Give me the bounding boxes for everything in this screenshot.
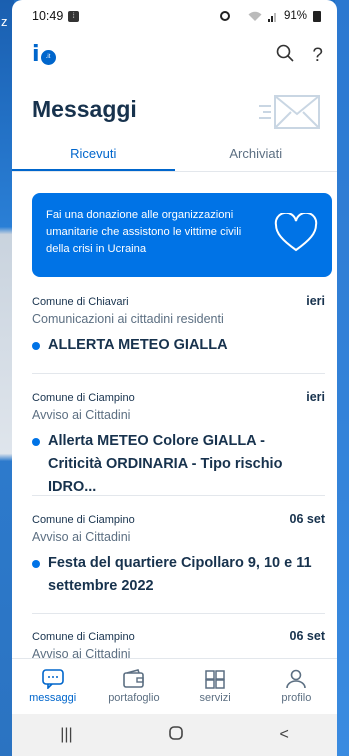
recents-icon[interactable]: ||| [60, 726, 72, 744]
message-service: Avviso ai Cittadini [32, 530, 131, 544]
chat-icon [41, 669, 64, 689]
wallet-icon [123, 669, 144, 688]
tab-ricevuti[interactable]: Ricevuti [12, 140, 175, 171]
status-bar: 10:49 ⁞ 91% [12, 0, 337, 32]
status-time: 10:49 [32, 9, 64, 23]
home-icon[interactable] [169, 725, 183, 745]
banner-text: Fai una donazione alle organizzazioni um… [46, 209, 242, 255]
list-item[interactable]: Comune di Ciampino 06 set Avviso ai Citt… [32, 629, 325, 661]
nav-messaggi[interactable]: messaggi [12, 659, 93, 714]
message-date: 06 set [289, 512, 325, 526]
nav-label: portafoglio [108, 692, 160, 704]
message-service: Avviso ai Cittadini [32, 408, 131, 422]
services-icon [205, 670, 225, 689]
message-subject-line2: settembre 2022 [48, 578, 154, 594]
message-subject-line1: Festa del quartiere Cipollaro 9, 10 e 11 [48, 555, 312, 571]
message-sender: Comune di Chiavari [32, 296, 129, 308]
user-icon [286, 669, 307, 689]
unread-dot [32, 342, 40, 350]
message-sender: Comune di Ciampino [32, 392, 135, 404]
message-date: 06 set [289, 629, 325, 643]
donation-banner[interactable]: Fai una donazione alle organizzazioni um… [32, 193, 332, 277]
nav-label: profilo [281, 692, 312, 704]
nav-label: messaggi [29, 692, 77, 704]
message-sender: Comune di Ciampino [32, 514, 135, 526]
back-icon[interactable]: < [279, 726, 288, 744]
list-item[interactable]: Comune di Ciampino ieri Avviso ai Cittad… [32, 390, 325, 499]
help-icon[interactable]: ? [312, 45, 323, 67]
phone-screen: 10:49 ⁞ 91% i .it ? Messaggi Ricevuti Ar… [12, 0, 337, 756]
battery-percent: 91% [283, 10, 307, 22]
tab-archiviati[interactable]: Archiviati [175, 140, 338, 171]
top-bar: i .it ? [12, 40, 337, 70]
unread-dot [32, 560, 40, 568]
alarm-icon [219, 11, 230, 21]
app-logo: i .it [32, 42, 56, 67]
battery-icon [313, 10, 321, 22]
divider [32, 373, 325, 374]
system-nav-bar: ||| < [12, 714, 337, 756]
message-sender: Comune di Ciampino [32, 631, 135, 643]
unread-dot [32, 438, 40, 446]
bottom-nav: messaggi portafoglio servizi profilo [12, 658, 337, 714]
divider [32, 495, 325, 496]
divider [32, 613, 325, 614]
list-item[interactable]: Comune di Chiavari ieri Comunicazioni ai… [32, 294, 325, 357]
message-date: ieri [306, 390, 325, 404]
message-subject: ALLERTA METEO GIALLA [48, 337, 228, 353]
notification-icon: ⁞ [68, 10, 80, 22]
wifi-icon [248, 11, 262, 21]
signal-icon [267, 12, 276, 22]
message-service: Comunicazioni ai cittadini residenti [32, 312, 224, 326]
message-subject-line2: Criticità ORDINARIA - Tipo rischio IDRO.… [48, 456, 283, 495]
tab-bar: Ricevuti Archiviati [12, 140, 337, 172]
nav-label: servizi [199, 692, 231, 704]
nav-servizi[interactable]: servizi [175, 659, 256, 714]
envelope-illustration-icon [259, 95, 320, 129]
nav-profilo[interactable]: profilo [256, 659, 337, 714]
nav-portafoglio[interactable]: portafoglio [93, 659, 174, 714]
message-date: ieri [306, 294, 325, 308]
background-right [335, 0, 349, 756]
message-subject-line1: Allerta METEO Colore GIALLA - [48, 433, 265, 449]
search-icon[interactable] [276, 44, 294, 67]
heart-icon [274, 213, 318, 252]
list-item[interactable]: Comune di Ciampino 06 set Avviso ai Citt… [32, 512, 325, 598]
